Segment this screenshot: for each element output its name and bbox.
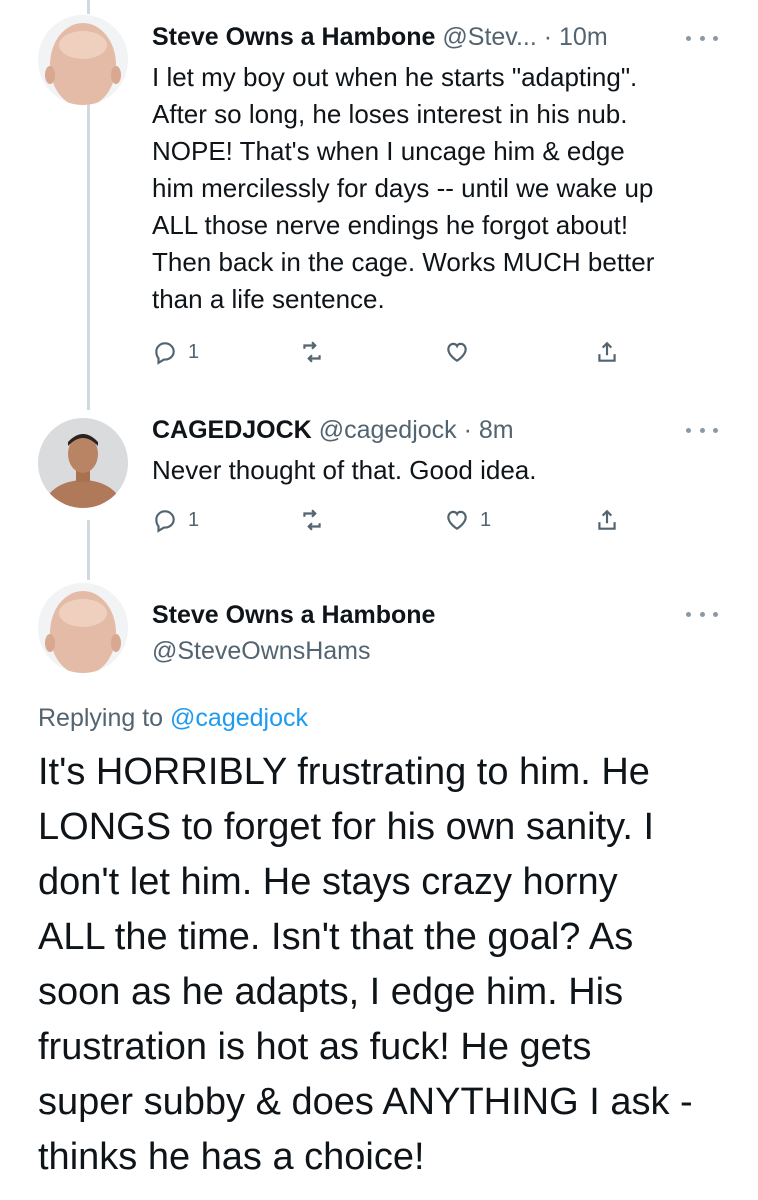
reply-count: 1 bbox=[188, 508, 200, 531]
more-options-icon[interactable] bbox=[686, 420, 718, 440]
reply-count: 1 bbox=[188, 340, 200, 363]
tweet-text: Never thought of that. Good idea. bbox=[152, 455, 537, 485]
avatar[interactable] bbox=[38, 15, 128, 105]
replying-prefix: Replying to bbox=[38, 704, 164, 732]
like-count: 1 bbox=[480, 508, 492, 531]
separator-dot: · bbox=[463, 416, 472, 444]
timestamp[interactable]: 10m bbox=[559, 23, 608, 51]
main-tweet-text: It's HORRIBLY frustrating to him. He LON… bbox=[38, 751, 693, 1178]
main-author-name: Steve Owns a Hambone bbox=[152, 598, 435, 632]
reply-button[interactable]: 1 bbox=[152, 337, 199, 367]
separator-dot: · bbox=[543, 23, 553, 51]
thread-line-top bbox=[87, 0, 90, 14]
heart-icon bbox=[447, 510, 467, 530]
like-button[interactable] bbox=[444, 337, 480, 367]
tweet-actions: 1 bbox=[152, 337, 632, 367]
share-icon bbox=[598, 509, 616, 530]
author-name[interactable]: CAGEDJOCK bbox=[152, 416, 312, 444]
reply-icon bbox=[155, 342, 175, 365]
tweet-header: CAGEDJOCK @cagedjock · 8m bbox=[152, 413, 514, 447]
bald-head-avatar-icon bbox=[38, 583, 128, 673]
retweet-icon bbox=[303, 341, 321, 363]
tweet-header: Steve Owns a Hambone @Stev... · 10m bbox=[152, 20, 608, 54]
thread-line-2 bbox=[87, 520, 90, 580]
share-button[interactable] bbox=[594, 505, 620, 535]
author-handle[interactable]: @SteveOwnsHams bbox=[152, 637, 371, 665]
retweet-icon bbox=[303, 509, 321, 531]
shirtless-man-avatar-icon bbox=[38, 418, 128, 508]
share-button[interactable] bbox=[594, 337, 620, 367]
author-handle[interactable]: @cagedjock bbox=[319, 416, 457, 444]
tweet-actions: 1 1 bbox=[152, 505, 632, 535]
thread-line-1 bbox=[87, 104, 90, 410]
tweet-text: I let my boy out when he starts "adaptin… bbox=[152, 62, 655, 314]
timestamp[interactable]: 8m bbox=[479, 416, 514, 444]
reply-button[interactable]: 1 bbox=[152, 505, 199, 535]
main-author-handle-row: @SteveOwnsHams bbox=[152, 634, 371, 668]
author-name[interactable]: Steve Owns a Hambone bbox=[152, 601, 435, 629]
replying-mention-link[interactable]: @cagedjock bbox=[170, 704, 308, 732]
retweet-button[interactable] bbox=[299, 505, 335, 535]
avatar[interactable] bbox=[38, 583, 128, 673]
bald-head-avatar-icon bbox=[38, 15, 128, 105]
reply-icon bbox=[155, 510, 175, 533]
author-handle[interactable]: @Stev... bbox=[442, 23, 536, 51]
share-icon bbox=[598, 341, 616, 362]
replying-to: Replying to @cagedjock bbox=[38, 702, 308, 734]
like-button[interactable]: 1 bbox=[444, 505, 491, 535]
author-name[interactable]: Steve Owns a Hambone bbox=[152, 23, 435, 51]
heart-icon bbox=[447, 342, 467, 362]
avatar[interactable] bbox=[38, 418, 128, 508]
retweet-button[interactable] bbox=[299, 337, 335, 367]
more-options-icon[interactable] bbox=[686, 604, 718, 624]
more-options-icon[interactable] bbox=[686, 28, 718, 48]
